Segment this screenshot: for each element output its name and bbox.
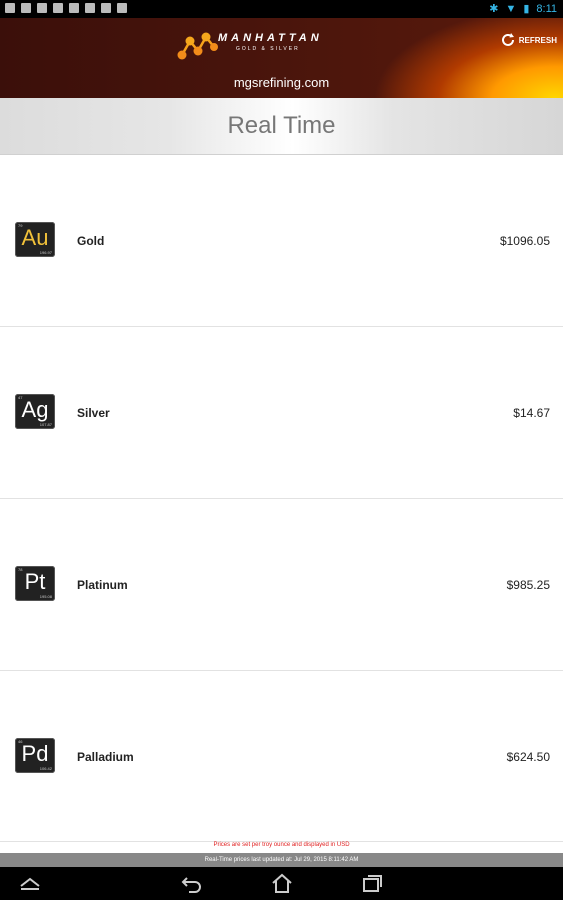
clock: 8:11 (536, 2, 557, 15)
title-bar: Real Time (0, 98, 563, 155)
refresh-icon (501, 33, 514, 46)
notification-icon (101, 3, 111, 13)
notification-icon (69, 3, 79, 13)
metal-price-list: 79 Au 196.97 Gold $1096.05 47 Ag 107.87 Silv… (0, 155, 563, 842)
recent-apps-icon[interactable] (360, 873, 384, 893)
metal-name: Palladium (77, 750, 134, 764)
system-nav-bar (0, 867, 563, 900)
last-updated-bar: Real-Time prices last updated at: Jul 29… (0, 853, 563, 867)
metal-name: Silver (77, 406, 110, 420)
system-status: ✱ ▼ ▮ 8:11 (489, 2, 557, 16)
notification-icons (5, 3, 127, 13)
logo-wordmark: MANHATTAN (218, 32, 323, 44)
gold-element-icon: 79 Au 196.97 (15, 222, 55, 257)
platinum-element-icon: 78 Pt 195.08 (15, 566, 55, 601)
wifi-icon: ▼ (505, 2, 517, 15)
page-title: Real Time (227, 112, 336, 139)
site-url: mgsrefining.com (233, 75, 330, 90)
metal-row-silver[interactable]: 47 Ag 107.87 Silver $14.67 (0, 327, 563, 499)
palladium-element-icon: 46 Pd 106.42 (15, 738, 55, 773)
app-header: MANHATTAN GOLD & SILVER REFRESH mgsrefin… (0, 18, 563, 98)
silver-element-icon: 47 Ag 107.87 (15, 394, 55, 429)
logo-tagline: GOLD & SILVER (236, 46, 300, 52)
notification-icon (37, 3, 47, 13)
metal-price: $624.50 (506, 750, 550, 764)
back-icon[interactable] (180, 873, 204, 893)
menu-up-icon[interactable] (18, 873, 42, 893)
metal-price: $985.25 (506, 578, 550, 592)
metal-row-palladium[interactable]: 46 Pd 106.42 Palladium $624.50 (0, 671, 563, 842)
metal-name: Platinum (77, 578, 128, 592)
metal-row-platinum[interactable]: 78 Pt 195.08 Platinum $985.25 (0, 499, 563, 671)
bluetooth-icon: ✱ (489, 3, 499, 15)
home-icon[interactable] (270, 873, 294, 893)
refresh-button[interactable]: REFRESH (500, 32, 557, 48)
battery-icon: ▮ (523, 3, 530, 15)
metal-row-gold[interactable]: 79 Au 196.97 Gold $1096.05 (0, 155, 563, 327)
metal-price: $1096.05 (499, 234, 550, 248)
manhattan-logo: MANHATTAN GOLD & SILVER (176, 27, 326, 67)
notification-icon (117, 3, 127, 13)
metal-price: $14.67 (513, 406, 550, 420)
price-notice: Prices are set per troy ounce and displa… (213, 842, 350, 848)
logo-molecule-icon (177, 32, 218, 60)
notification-icon (53, 3, 63, 13)
notification-icon (5, 3, 15, 13)
status-bar: ✱ ▼ ▮ 8:11 (0, 0, 563, 18)
refresh-label: REFRESH (518, 35, 557, 45)
notification-icon (21, 3, 31, 13)
notification-icon (85, 3, 95, 13)
metal-name: Gold (77, 234, 105, 248)
